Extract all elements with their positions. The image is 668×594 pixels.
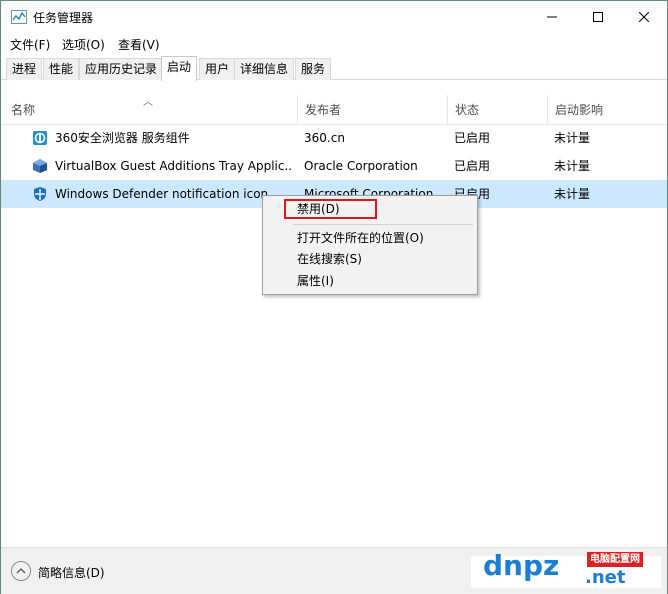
- task-manager-window: 任务管理器 文件(F) 选项(O) 查看(V) 进程 性能 应用历史记录 启动 …: [0, 0, 668, 594]
- context-search-online[interactable]: 在线搜索(S): [264, 249, 476, 270]
- row-status: 已启用: [454, 159, 491, 173]
- close-button[interactable]: [621, 1, 667, 33]
- tab-details[interactable]: 详细信息: [234, 58, 295, 80]
- tab-users[interactable]: 用户: [199, 58, 236, 80]
- column-publisher[interactable]: 发布者: [297, 95, 447, 125]
- table-row[interactable]: VirtualBox Guest Additions Tray Applic..…: [1, 152, 667, 180]
- column-name[interactable]: 名称: [3, 95, 298, 125]
- row-impact: 未计量: [554, 131, 591, 145]
- chevron-up-icon: [16, 568, 26, 574]
- fewer-details-button[interactable]: [11, 561, 31, 581]
- row-publisher: Oracle Corporation: [304, 159, 418, 173]
- minimize-icon: [547, 16, 557, 18]
- tab-processes[interactable]: 进程: [6, 58, 43, 80]
- row-impact: 未计量: [554, 159, 591, 173]
- defender-shield-icon: [34, 187, 46, 201]
- close-icon: [639, 12, 649, 22]
- menu-view[interactable]: 查看(V): [118, 36, 160, 53]
- context-open-file-location[interactable]: 打开文件所在的位置(O): [264, 228, 476, 249]
- column-header-row: ︿ 名称 发布者 状态 启动影响: [1, 95, 667, 125]
- watermark-badge: 电脑配置网: [587, 552, 643, 567]
- fewer-details-label[interactable]: 简略信息(D): [38, 564, 105, 581]
- tab-app-history[interactable]: 应用历史记录: [79, 58, 164, 80]
- virtualbox-icon: [33, 159, 47, 173]
- column-status[interactable]: 状态: [447, 95, 547, 125]
- maximize-icon: [593, 12, 603, 22]
- table-row[interactable]: 360安全浏览器 服务组件 360.cn 已启用 未计量: [1, 124, 667, 152]
- menu-options[interactable]: 选项(O): [62, 36, 105, 53]
- row-status: 已启用: [454, 131, 491, 145]
- row-name: Windows Defender notification icon: [55, 187, 269, 201]
- task-manager-app-icon: [11, 10, 27, 24]
- footer-bar: 简略信息(D): [1, 547, 667, 594]
- tab-performance[interactable]: 性能: [43, 58, 80, 80]
- context-properties[interactable]: 属性(I): [264, 271, 476, 292]
- tab-bar: 进程 性能 应用历史记录 启动 用户 详细信息 服务: [1, 56, 667, 81]
- watermark-domain: .net: [585, 567, 626, 588]
- menu-bar: 文件(F) 选项(O) 查看(V): [1, 33, 667, 55]
- tab-services[interactable]: 服务: [295, 58, 332, 80]
- minimize-button[interactable]: [529, 1, 575, 33]
- window-title: 任务管理器: [33, 11, 94, 25]
- tab-startup[interactable]: 启动: [161, 56, 198, 81]
- maximize-button[interactable]: [575, 1, 621, 33]
- menu-file[interactable]: 文件(F): [10, 36, 50, 53]
- column-startup-impact[interactable]: 启动影响: [547, 95, 657, 125]
- row-name: VirtualBox Guest Additions Tray Applic..…: [55, 159, 293, 173]
- context-separator: [293, 224, 473, 225]
- watermark-logo: dnpz: [483, 549, 560, 582]
- browser-360-icon: [33, 131, 47, 145]
- row-publisher: 360.cn: [304, 131, 345, 145]
- annotation-highlight-box: [284, 199, 377, 219]
- title-bar[interactable]: 任务管理器: [1, 1, 667, 33]
- row-name: 360安全浏览器 服务组件: [55, 131, 190, 145]
- row-impact: 未计量: [554, 187, 591, 201]
